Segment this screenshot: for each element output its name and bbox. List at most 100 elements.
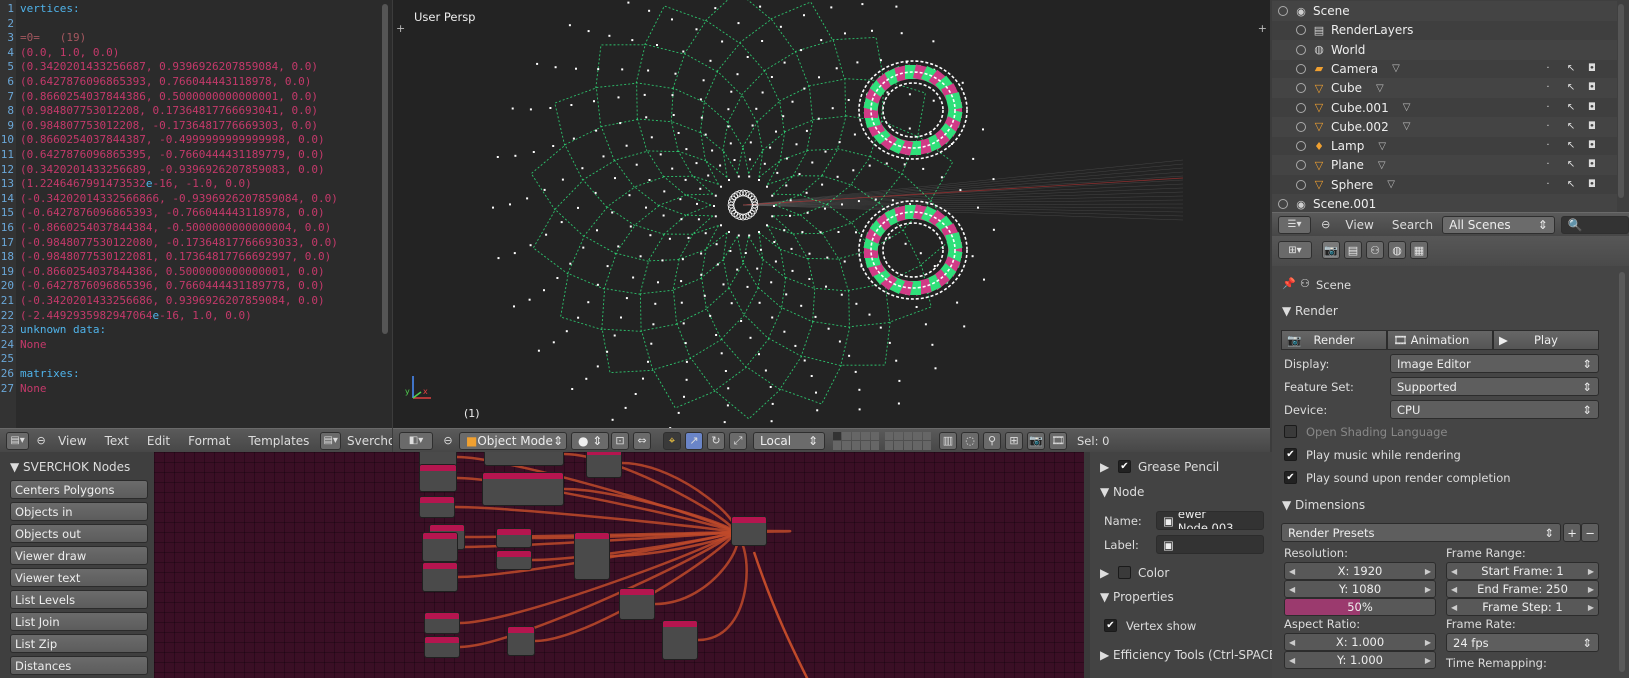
add-preset-button[interactable]: +	[1563, 523, 1581, 542]
properties-scrollbar[interactable]	[1619, 272, 1625, 672]
node-header[interactable]	[732, 517, 766, 523]
eye-icon[interactable]: ·	[1542, 140, 1554, 152]
scroll-icon[interactable]: ⊖	[35, 432, 47, 450]
sverchok-node[interactable]	[424, 612, 460, 634]
node-button-viewer-draw[interactable]: Viewer draw	[10, 546, 148, 565]
toolshelf-toggle-icon[interactable]: +	[396, 22, 405, 35]
node-canvas[interactable]	[154, 452, 1084, 678]
sverchok-node[interactable]	[424, 636, 460, 658]
start-frame-field[interactable]: ◀ Start Frame: 1 ▶	[1446, 562, 1599, 580]
outliner-menu-view[interactable]: View	[1336, 218, 1382, 232]
dimensions-panel-header[interactable]: ▼ Dimensions	[1282, 498, 1365, 512]
expand-toggle-icon[interactable]	[1296, 179, 1306, 190]
aspect-x-field[interactable]: ◀ X: 1.000 ▶	[1284, 633, 1436, 651]
node-button-list-join[interactable]: List Join	[10, 612, 148, 631]
properties-panel-header[interactable]: ▼ Properties	[1100, 590, 1174, 604]
outliner-item-renderlayers[interactable]: ▤ RenderLayers	[1272, 20, 1617, 40]
scene-tab-icon[interactable]: ⚇	[1366, 241, 1384, 259]
menu-edit[interactable]: Edit	[138, 434, 179, 448]
text-editor[interactable]: 1 vertices: 2 3 =0= (19) 4 (0.0, 1.0, 0.0) 5 (0.…	[0, 0, 392, 428]
shading-dropdown[interactable]: ● ⇕	[571, 431, 609, 450]
sverchok-panel-header[interactable]: ▼ SVERCHOK Nodes	[10, 460, 130, 474]
camera-render-icon[interactable]: ◘	[1586, 140, 1598, 152]
eye-icon[interactable]: ·	[1542, 102, 1554, 114]
eye-icon[interactable]: ·	[1542, 159, 1554, 171]
feature-set-dropdown[interactable]: Supported ⇕	[1390, 377, 1599, 396]
sverchok-node[interactable]	[574, 532, 610, 580]
pin-icon[interactable]: 📌	[1282, 277, 1296, 290]
camera-render-icon[interactable]: ◘	[1586, 121, 1598, 133]
manipulator-icon[interactable]: ⇔	[633, 431, 651, 450]
node-header[interactable]	[508, 627, 534, 633]
node-button-distances[interactable]: Distances	[10, 656, 148, 675]
text-datablock-button[interactable]: ▤▾	[320, 431, 341, 450]
outliner-editor-type[interactable]: ☰▾	[1278, 215, 1311, 234]
snap-element-icon[interactable]: ⊞	[1005, 431, 1023, 450]
node-header[interactable]	[620, 589, 654, 595]
node-panel-header[interactable]: ▼ Node	[1100, 485, 1144, 499]
sverchok-node[interactable]	[662, 620, 698, 660]
camera-render-icon[interactable]: ◘	[1586, 102, 1598, 114]
editor-type-button[interactable]: ▤▾	[6, 431, 30, 450]
render-opengl-icon[interactable]: 📷	[1027, 431, 1045, 450]
render-tab-icon[interactable]: 📷	[1322, 241, 1340, 259]
outliner-item-world[interactable]: ◍ World	[1272, 39, 1617, 60]
sverchok-node[interactable]	[422, 562, 458, 592]
render-layers-tab-icon[interactable]: ▤	[1344, 241, 1362, 259]
vertex-show-checkbox[interactable]: ✔	[1104, 619, 1117, 632]
sverchok-node[interactable]	[731, 516, 767, 546]
eye-icon[interactable]: ·	[1542, 82, 1554, 94]
sverchok-node[interactable]	[496, 550, 532, 570]
frame-step-field[interactable]: ◀ Frame Step: 1 ▶	[1446, 598, 1599, 616]
render-panel-header[interactable]: ▼ Render	[1282, 304, 1338, 318]
properties-editor[interactable]: ⊞▾ 📷 ▤ ⚇ ◍ ▦ 📌 ⚇ Scene ▼ Render 📷 Render …	[1272, 236, 1629, 678]
efficiency-tools-panel-header[interactable]: ▶ Efficiency Tools (Ctrl-SPACE	[1100, 648, 1272, 662]
outliner-item-cube-001[interactable]: ▽ Cube.001 ▽ · ↖ ◘	[1272, 98, 1617, 118]
eye-icon[interactable]: ·	[1542, 121, 1554, 133]
expand-toggle-icon[interactable]	[1296, 160, 1306, 171]
sverchok-node[interactable]	[419, 464, 457, 492]
outliner-item-cube-002[interactable]: ▽ Cube.002 ▽ · ↖ ◘	[1272, 116, 1617, 137]
sverchok-node[interactable]	[619, 588, 655, 620]
cursor-icon[interactable]: ↖	[1565, 179, 1577, 191]
outliner-item-camera[interactable]: ▰ Camera ▽ · ↖ ◘	[1272, 59, 1617, 79]
node-header[interactable]	[497, 551, 531, 557]
node-button-list-levels[interactable]: List Levels	[10, 590, 148, 609]
node-header[interactable]	[423, 533, 457, 539]
3d-viewport[interactable]: User Persp + + (1) x y	[393, 0, 1270, 428]
sverchok-node[interactable]	[422, 532, 458, 562]
sverchok-node[interactable]	[586, 452, 622, 478]
node-header[interactable]	[420, 465, 456, 471]
expand-toggle-icon[interactable]	[1296, 63, 1306, 74]
animation-button[interactable]: 🎞 Animation	[1387, 330, 1493, 350]
outliner-scrollbar[interactable]	[1618, 4, 1624, 198]
cursor-icon[interactable]: ↖	[1565, 121, 1577, 133]
scale-icon[interactable]: ⤢	[729, 431, 747, 450]
transform-manipulator-icon[interactable]: ⌖	[663, 431, 681, 450]
sverchok-node[interactable]	[484, 452, 564, 466]
text-file-name[interactable]: Sverchok_vie	[345, 434, 392, 448]
camera-render-icon[interactable]: ◘	[1586, 82, 1598, 94]
node-button-list-zip[interactable]: List Zip	[10, 634, 148, 653]
properties-toggle-icon[interactable]: +	[1258, 22, 1267, 35]
grease-pencil-panel-header[interactable]: ▶	[1100, 460, 1109, 474]
outliner-menu-search[interactable]: Search	[1383, 218, 1442, 232]
cursor-icon[interactable]: ↖	[1565, 82, 1577, 94]
aspect-y-field[interactable]: ◀ Y: 1.000 ▶	[1284, 651, 1436, 669]
sverchok-node[interactable]	[507, 626, 535, 656]
outliner-item-lamp[interactable]: ♦ Lamp ▽ · ↖ ◘	[1272, 136, 1617, 156]
render-layer-icon[interactable]: ▥	[939, 431, 957, 450]
cursor-icon[interactable]: ↖	[1565, 102, 1577, 114]
play-sound-checkbox[interactable]: ✔	[1284, 471, 1297, 484]
node-header[interactable]	[423, 563, 457, 569]
resolution-y-field[interactable]: ◀ Y: 1080 ▶	[1284, 580, 1436, 598]
menu-toggle-icon[interactable]: ⊖	[439, 432, 457, 450]
camera-render-icon[interactable]: ◘	[1586, 63, 1598, 75]
color-panel-header[interactable]: ▶	[1100, 566, 1109, 580]
mode-dropdown[interactable]: ■ Object Mode ⇕	[459, 431, 567, 450]
device-dropdown[interactable]: CPU ⇕	[1390, 400, 1599, 419]
node-header[interactable]	[497, 529, 531, 535]
cursor-icon[interactable]: ↖	[1565, 140, 1577, 152]
node-header[interactable]	[420, 497, 454, 503]
texture-tab-icon[interactable]: ▦	[1410, 241, 1428, 259]
